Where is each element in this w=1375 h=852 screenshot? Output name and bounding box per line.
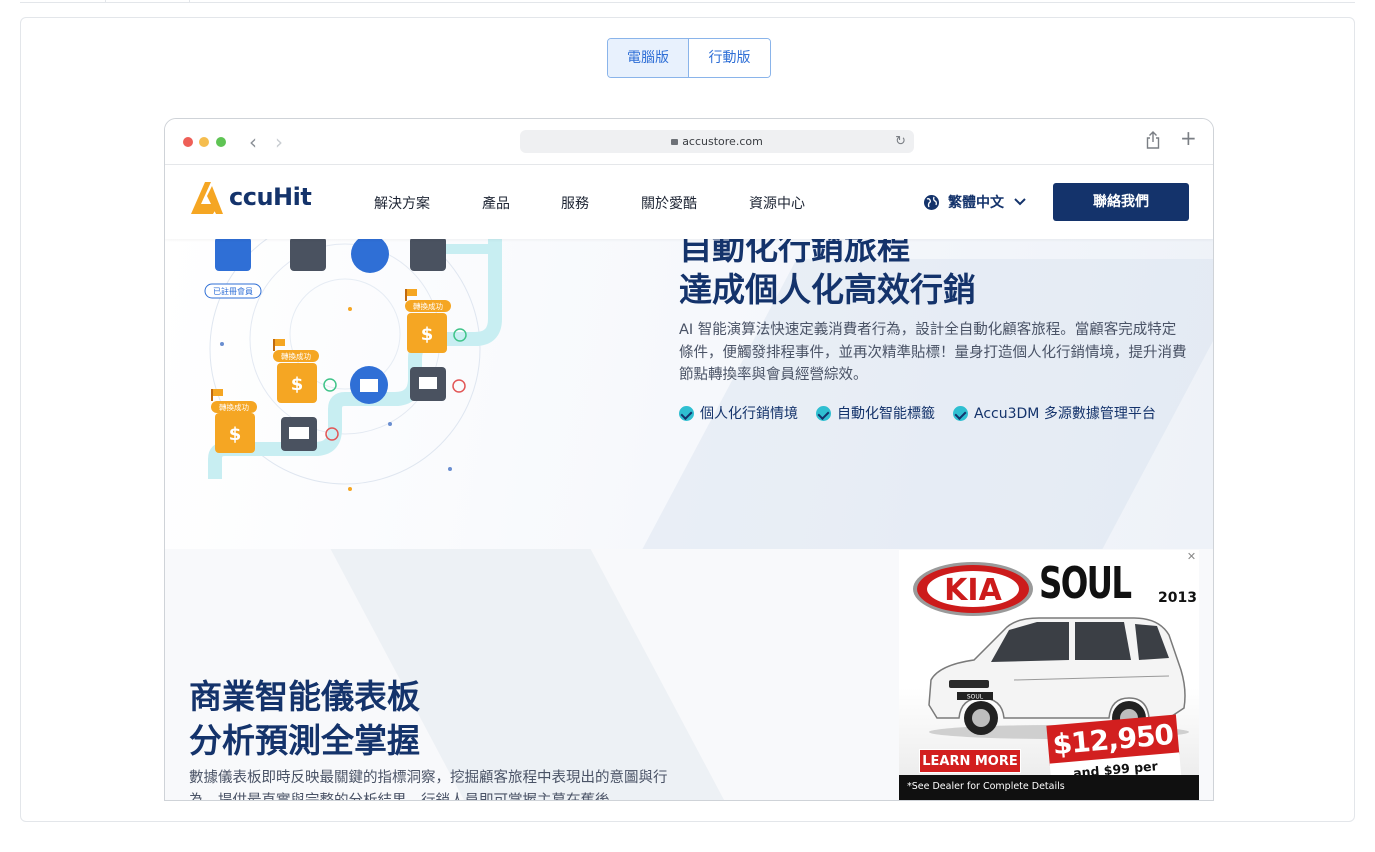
desktop-view-button[interactable]: 電腦版 xyxy=(608,39,689,77)
forward-arrow-icon[interactable]: › xyxy=(275,130,283,154)
hero-title: 自動化行銷旅程 達成個人化高效行銷 xyxy=(679,239,976,323)
divider-tick xyxy=(105,0,106,3)
lock-icon xyxy=(671,139,679,145)
language-label: 繁體中文 xyxy=(948,195,1004,211)
reload-icon[interactable]: ↻ xyxy=(895,130,906,153)
feature-label: Accu3DM 多源數據管理平台 xyxy=(974,406,1156,422)
close-window-icon[interactable] xyxy=(183,137,193,147)
ad-close-icon[interactable]: ✕ xyxy=(1185,551,1198,564)
url-text: accustore.com xyxy=(682,135,763,148)
menu-item-resources[interactable]: 資源中心 xyxy=(749,193,805,213)
learn-more-button[interactable]: LEARN MORE xyxy=(919,749,1021,773)
ad-year-text: 2013 xyxy=(1158,590,1197,606)
site-header: ccuHit 解決方案 產品 服務 關於愛酷 資源中心 繁體中文 聯絡我們 xyxy=(165,165,1213,239)
hero-description: AI 智能演算法快速定義消費者行為，設計全自動化顧客旅程。當顧客完成特定條件，便… xyxy=(679,322,1187,383)
currency-symbol: $ xyxy=(229,424,242,445)
chevron-down-icon xyxy=(1014,198,1026,206)
contact-us-button[interactable]: 聯絡我們 xyxy=(1053,183,1189,221)
maximize-window-icon[interactable] xyxy=(216,137,226,147)
back-arrow-icon[interactable]: ‹ xyxy=(249,130,257,154)
ad-model-text: SOUL xyxy=(1039,558,1132,609)
logo-text: ccuHit xyxy=(229,183,312,211)
check-icon xyxy=(953,405,968,421)
menu-item-solutions[interactable]: 解決方案 xyxy=(374,193,430,213)
divider-tick xyxy=(189,0,190,3)
marketing-journey-illustration: 已註冊會員 $ 轉換成功 $ 轉換成功 $ 轉換成功 xyxy=(204,239,502,491)
accuhit-logo[interactable]: ccuHit xyxy=(189,177,312,217)
check-icon xyxy=(816,405,831,421)
hero-title-line1: 自動化行銷旅程 xyxy=(679,239,910,267)
check-icon xyxy=(679,405,694,421)
menu-item-products[interactable]: 產品 xyxy=(482,193,510,213)
dashboard-description: 數據儀表板即時反映最關鍵的指標洞察，挖掘顧客旅程中表現出的意圖與行為，提供最直實… xyxy=(189,770,668,801)
mobile-view-button[interactable]: 行動版 xyxy=(689,39,770,77)
kia-logo-text: KIA xyxy=(944,573,1002,608)
website-viewport: ccuHit 解決方案 產品 服務 關於愛酷 資源中心 繁體中文 聯絡我們 已註… xyxy=(165,165,1213,801)
feature-label: 個人化行銷情境 xyxy=(700,406,798,422)
logo-mark-icon xyxy=(191,182,223,214)
dashboard-title-line1: 商業智能儀表板 xyxy=(189,677,420,716)
minimize-window-icon[interactable] xyxy=(199,137,209,147)
car-badge-text: SOUL xyxy=(967,694,984,701)
dashboard-title-line2: 分析預測全掌握 xyxy=(189,721,420,760)
dashboard-title: 商業智能儀表板 分析預測全掌握 xyxy=(189,675,420,763)
view-toggle: 電腦版 行動版 xyxy=(607,38,771,78)
conversion-tag-text: 轉換成功 xyxy=(219,402,249,412)
hero-section: 已註冊會員 $ 轉換成功 $ 轉換成功 $ 轉換成功 自動化行銷旅程 達成個人化… xyxy=(165,239,1213,549)
ad-footer: *See Dealer for Complete Details xyxy=(899,775,1199,800)
conversion-tag-text: 轉換成功 xyxy=(413,301,443,311)
currency-symbol: $ xyxy=(421,324,434,345)
globe-icon xyxy=(924,194,939,210)
ad-disclaimer: *See Dealer for Complete Details xyxy=(907,781,1065,792)
new-tab-icon[interactable]: + xyxy=(1180,126,1197,150)
address-bar[interactable]: accustore.com ↻ xyxy=(520,130,914,153)
kia-soul-advertisement[interactable]: ✕ KIA SOUL 2013 SOUL LEARN MORE $12,950 … xyxy=(899,550,1199,800)
feature-item: Accu3DM 多源數據管理平台 xyxy=(953,403,1156,423)
member-tag-text: 已註冊會員 xyxy=(213,286,253,296)
menu-item-services[interactable]: 服務 xyxy=(561,193,589,213)
feature-label: 自動化智能標籤 xyxy=(837,406,935,422)
feature-item: 個人化行銷情境 xyxy=(679,403,798,423)
browser-toolbar: ‹ › accustore.com ↻ + xyxy=(165,119,1213,165)
hero-title-line2: 達成個人化高效行銷 xyxy=(679,270,976,309)
preview-panel: 電腦版 行動版 ‹ › accustore.com ↻ + ccuHit 解決方… xyxy=(20,17,1355,822)
language-selector[interactable]: 繁體中文 xyxy=(923,192,1026,212)
share-icon[interactable] xyxy=(1146,131,1160,149)
main-menu: 解決方案 產品 服務 關於愛酷 資源中心 xyxy=(374,193,857,213)
conversion-tag-text: 轉換成功 xyxy=(281,351,311,361)
browser-window: ‹ › accustore.com ↻ + ccuHit 解決方案 產品 服務 … xyxy=(164,118,1214,801)
top-divider xyxy=(20,0,1355,3)
menu-item-about[interactable]: 關於愛酷 xyxy=(641,193,697,213)
feature-item: 自動化智能標籤 xyxy=(816,403,935,423)
currency-symbol: $ xyxy=(291,374,304,395)
feature-list: 個人化行銷情境 自動化智能標籤 Accu3DM 多源數據管理平台 xyxy=(679,403,1174,423)
